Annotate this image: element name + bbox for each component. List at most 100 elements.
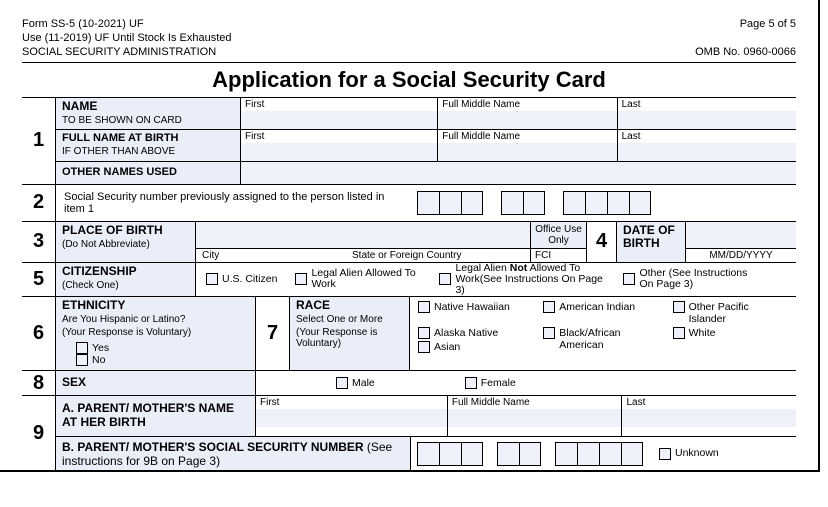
form-page: Form SS-5 (10-2021) UF Use (11-2019) UF … <box>0 0 820 472</box>
city-caption: City <box>196 249 346 262</box>
race-native-hawaiian-option[interactable]: Native Hawaiian <box>418 301 529 325</box>
mother-first-caption: First <box>256 396 447 409</box>
dob-input[interactable] <box>686 222 796 248</box>
ssn-digit[interactable] <box>577 442 599 466</box>
citizenship-alien-allowed-option[interactable]: Legal Alien Allowed To Work <box>295 268 421 290</box>
birth-first-input[interactable] <box>241 143 437 161</box>
citizenship-us-option[interactable]: U.S. Citizen <box>206 273 277 285</box>
section-number-4: 4 <box>586 222 616 262</box>
birth-last-input[interactable] <box>618 143 796 161</box>
birth-last-caption: Last <box>618 130 796 143</box>
mother-ssn-unknown-option[interactable]: Unknown <box>659 448 719 460</box>
birth-middle-caption: Full Middle Name <box>438 130 616 143</box>
name-first-input[interactable] <box>241 111 437 129</box>
ssn-digit[interactable] <box>417 442 439 466</box>
birthname-sublabel: IF OTHER THAN ABOVE <box>56 146 240 159</box>
section-5: 5 CITIZENSHIP (Check One) U.S. Citizen L… <box>22 263 796 297</box>
race-asian-option[interactable]: Asian <box>418 341 529 353</box>
ssn-digit[interactable] <box>417 191 439 215</box>
race-alaska-native-option[interactable]: Alaska Native <box>418 327 529 339</box>
birth-first-caption: First <box>241 130 437 143</box>
agency-name: SOCIAL SECURITY ADMINISTRATION <box>22 46 232 60</box>
ssn-digit[interactable] <box>501 191 523 215</box>
mother-last-caption: Last <box>622 396 796 409</box>
section-number-3: 3 <box>22 222 56 262</box>
section-6-7: 6 ETHNICITY Are You Hispanic or Latino? … <box>22 297 796 372</box>
ssn-digit[interactable] <box>523 191 545 215</box>
form-number: Form SS-5 (10-2021) UF <box>22 18 232 32</box>
race-white-option[interactable]: White <box>673 327 788 339</box>
ethnicity-yes-option[interactable]: Yes <box>76 342 231 354</box>
checkbox-icon <box>659 448 671 460</box>
race-voluntary: (Your Response is Voluntary) <box>290 327 409 351</box>
section-number-9: 9 <box>22 396 56 470</box>
mother-ssn-boxes <box>411 438 649 470</box>
name-sublabel: TO BE SHOWN ON CARD <box>56 115 240 128</box>
mother-name-label: A. PARENT/ MOTHER'S NAME AT HER BIRTH <box>56 396 255 436</box>
mother-last-input[interactable] <box>622 409 796 427</box>
checkbox-icon <box>76 354 88 366</box>
sex-label: SEX <box>56 371 255 395</box>
sex-female-option[interactable]: Female <box>465 377 516 389</box>
header: Form SS-5 (10-2021) UF Use (11-2019) UF … <box>22 18 796 63</box>
mother-middle-caption: Full Middle Name <box>448 396 622 409</box>
checkbox-icon <box>76 342 88 354</box>
checkbox-icon <box>418 341 430 353</box>
ethnicity-no-option[interactable]: No <box>76 354 249 366</box>
checkbox-icon <box>543 327 555 339</box>
othernames-input[interactable] <box>241 162 796 184</box>
ssn-digit[interactable] <box>439 191 461 215</box>
pob-label: PLACE OF BIRTH <box>56 222 195 239</box>
ssn-digit[interactable] <box>607 191 629 215</box>
checkbox-icon <box>418 327 430 339</box>
section-number-1: 1 <box>22 98 56 184</box>
last-caption: Last <box>618 98 796 111</box>
checkbox-icon <box>206 273 218 285</box>
ethnicity-options: Yes No <box>56 340 255 370</box>
birth-middle-input[interactable] <box>438 143 616 161</box>
section-3-4: 3 PLACE OF BIRTH (Do Not Abbreviate) Cit… <box>22 222 796 263</box>
ssn-digit[interactable] <box>585 191 607 215</box>
citizenship-label: CITIZENSHIP <box>56 263 195 281</box>
mother-middle-input[interactable] <box>448 409 622 427</box>
race-question: Select One or More <box>290 314 409 327</box>
race-pacific-islander-option[interactable]: Other Pacific Islander <box>673 301 788 325</box>
middle-caption: Full Middle Name <box>438 98 616 111</box>
race-label: RACE <box>290 297 409 315</box>
prev-ssn-label: Social Security number previously assign… <box>56 187 411 219</box>
page-number: Page 5 of 5 <box>695 18 796 32</box>
ssn-digit[interactable] <box>599 442 621 466</box>
race-black-option[interactable]: Black/African American <box>543 327 658 353</box>
section-number-6: 6 <box>22 297 56 371</box>
citizenship-alien-notallowed-option[interactable]: Legal Alien Not Allowed To Work(See Inst… <box>439 263 605 296</box>
ssn-digit[interactable] <box>629 191 651 215</box>
section-number-2: 2 <box>22 185 56 221</box>
ssn-digit[interactable] <box>555 442 577 466</box>
first-caption: First <box>241 98 437 111</box>
ssn-digit[interactable] <box>497 442 519 466</box>
ssn-digit[interactable] <box>461 442 483 466</box>
form-body: 1 NAME TO BE SHOWN ON CARD First Full Mi… <box>22 97 796 471</box>
checkbox-icon <box>673 327 685 339</box>
ssn-digit[interactable] <box>461 191 483 215</box>
citizenship-sublabel: (Check One) <box>56 280 195 293</box>
checkbox-icon <box>543 301 555 313</box>
race-american-indian-option[interactable]: American Indian <box>543 301 658 325</box>
mother-first-input[interactable] <box>256 409 447 427</box>
pob-input-area[interactable] <box>196 222 530 248</box>
checkbox-icon <box>673 301 685 313</box>
ssn-digit[interactable] <box>519 442 541 466</box>
ethnicity-label: ETHNICITY <box>56 297 255 315</box>
ssn-digit[interactable] <box>439 442 461 466</box>
checkbox-icon <box>439 273 451 285</box>
ssn-digit[interactable] <box>563 191 585 215</box>
name-middle-input[interactable] <box>438 111 616 129</box>
citizenship-other-option[interactable]: Other (See Instructions On Page 3) <box>623 268 749 290</box>
name-last-input[interactable] <box>618 111 796 129</box>
section-1: 1 NAME TO BE SHOWN ON CARD First Full Mi… <box>22 98 796 185</box>
ethnicity-question: Are You Hispanic or Latino? <box>56 314 255 327</box>
ssn-boxes <box>411 185 657 221</box>
ssn-digit[interactable] <box>621 442 643 466</box>
checkbox-icon <box>295 273 307 285</box>
sex-male-option[interactable]: Male <box>336 377 375 389</box>
